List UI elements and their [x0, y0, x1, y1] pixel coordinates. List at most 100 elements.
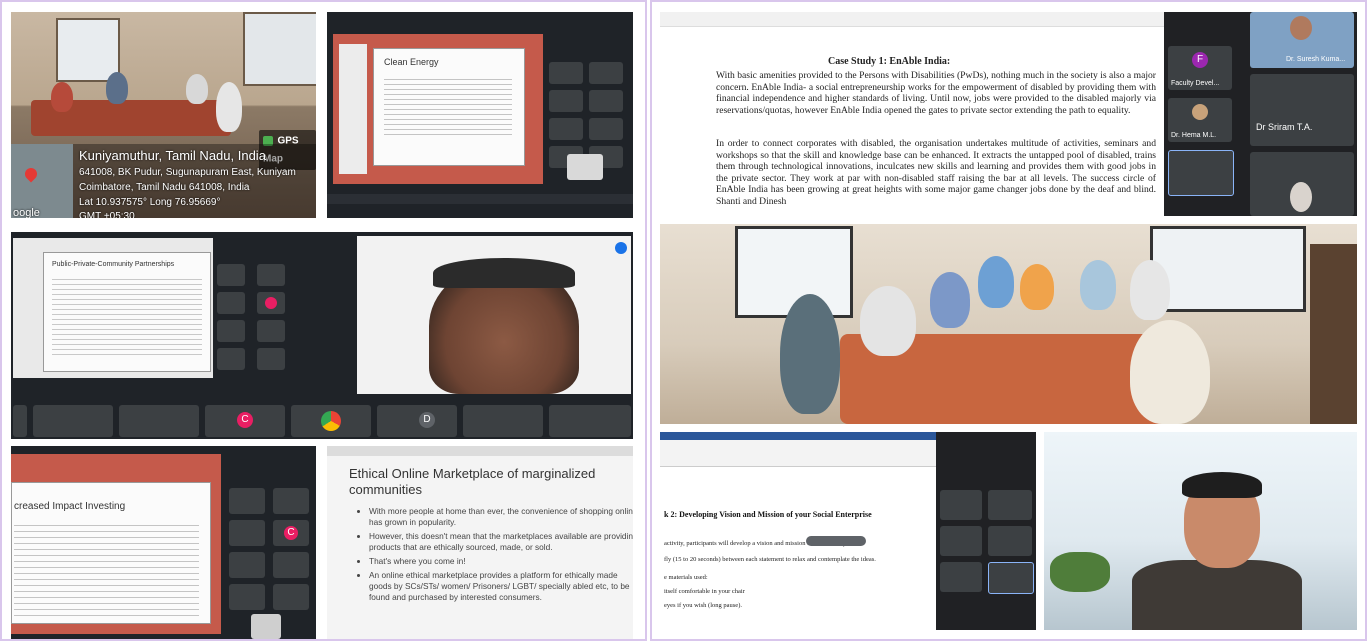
doc-heading: Case Study 1: EnAble India:: [828, 56, 951, 67]
slide-window: creased Impact Investing: [11, 454, 221, 634]
slide-canvas: creased Impact Investing: [11, 482, 211, 624]
participant-tile: [257, 348, 285, 370]
slide-text-block: [52, 279, 202, 359]
slide-bullet: An online ethical marketplace provides a…: [369, 570, 633, 603]
participant-tile: [940, 562, 982, 592]
chrome-logo-icon: [321, 411, 341, 431]
participant-tile: [549, 90, 583, 112]
person: [1020, 264, 1054, 310]
doc-paragraph-2: In order to connect corporates with disa…: [716, 138, 1156, 207]
speaker-hair: [433, 258, 575, 288]
meet-sidebar: [936, 432, 1036, 630]
slide-window: Public-Private-Community Partnerships: [13, 238, 213, 378]
google-watermark: oogle: [13, 207, 40, 218]
right-collage: Case Study 1: EnAble India: With basic a…: [650, 0, 1367, 641]
person: [978, 256, 1014, 308]
person: [51, 82, 73, 112]
slide-bullet: With more people at home than ever, the …: [369, 506, 633, 528]
slide-titlebar: [327, 446, 633, 456]
slide-canvas: Public-Private-Community Partnerships: [43, 252, 211, 372]
participant-tile: [273, 552, 309, 578]
plant: [1050, 552, 1110, 592]
participant-tile: [589, 118, 623, 140]
avatar-pink: [265, 297, 277, 309]
doc-line: itself comfortable in your chair: [664, 588, 745, 595]
document-vision-mission: k 2: Developing Vision and Mission of yo…: [660, 432, 1036, 630]
participant-tile: [229, 488, 265, 514]
doc-line: e materials used:: [664, 574, 708, 581]
meet-sidebar: F Faculty Devel... Dr. Hema M.L. Dr. Sur…: [1164, 12, 1357, 216]
doc-line: fly (15 to 20 seconds) between each stat…: [664, 556, 876, 563]
gps-address-line1: 641008, BK Pudur, Sugunapuram East, Kuni…: [79, 167, 296, 178]
participant-tile: [988, 490, 1032, 520]
participant-photo: [1290, 182, 1312, 212]
slide-ethical-marketplace: Ethical Online Marketplace of marginaliz…: [327, 446, 633, 639]
person: [216, 82, 242, 132]
avatar-f: F: [1192, 52, 1208, 68]
gps-coordinates: Lat 10.937575° Long 76.95669°: [79, 197, 221, 208]
gps-timezone: GMT +05:30: [79, 211, 135, 218]
self-view-tile: [567, 154, 603, 180]
participant-tile: [1250, 152, 1354, 216]
participant-tile: [257, 292, 285, 314]
participant-tile: [1168, 150, 1234, 196]
participant-photo: [1290, 16, 1312, 40]
participant-tile: [273, 584, 309, 610]
meet-screen-partnerships: Public-Private-Community Partnerships C: [11, 232, 633, 439]
participant-tile: [549, 62, 583, 84]
slide-text-block: [384, 79, 512, 139]
participant-name: Faculty Devel...: [1171, 80, 1220, 87]
participant-name: Dr. Suresh Kuma...: [1286, 56, 1346, 63]
participant-tile: Dr Sriram T.A.: [1250, 74, 1354, 146]
slide-heading: Ethical Online Marketplace of marginaliz…: [349, 466, 596, 497]
pin-icon[interactable]: [615, 242, 627, 254]
gps-address-line2: Coimbatore, Tamil Nadu 641008, India: [79, 182, 250, 193]
participant-tile: [988, 526, 1032, 556]
participant-tile: C: [273, 520, 309, 546]
participant-tile: Dr. Hema M.L.: [1168, 98, 1232, 142]
filmstrip-tile: [291, 405, 371, 437]
participant-tile: F Faculty Devel...: [1168, 46, 1232, 90]
person: [780, 294, 840, 414]
slide-thumbnails: [339, 44, 367, 174]
person: [186, 74, 208, 104]
meet-screen-clean-energy: Clean Energy: [327, 12, 633, 218]
participant-tile: [217, 320, 245, 342]
caption-overlay: [806, 536, 866, 546]
slide-bullet: That's where you come in!: [369, 556, 633, 567]
doc-paragraph-1: With basic amenities provided to the Per…: [716, 70, 1156, 116]
participant-tile: [589, 90, 623, 112]
slide-text-block: [14, 525, 199, 617]
speaker-body: [1132, 560, 1302, 630]
person: [930, 272, 970, 328]
avatar-c: C: [237, 412, 253, 428]
filmstrip: C D: [11, 402, 633, 439]
participant-tile: [257, 264, 285, 286]
person: [106, 72, 128, 104]
participant-tile: [217, 348, 245, 370]
bookshelf: [1310, 244, 1357, 424]
participant-tile: [589, 62, 623, 84]
person: [860, 286, 916, 356]
filmstrip-tile: D: [377, 405, 457, 437]
window: [243, 12, 316, 86]
filmstrip-tile: [33, 405, 113, 437]
avatar-d: D: [419, 412, 435, 428]
meet-screen-impact-investing: creased Impact Investing C: [11, 446, 316, 639]
person: [1130, 320, 1210, 424]
slide-window: Clean Energy: [333, 34, 543, 184]
participant-tile: [549, 118, 583, 140]
doc-heading: k 2: Developing Vision and Mission of yo…: [664, 510, 872, 519]
doc-line: eyes if you wish (long pause).: [664, 602, 742, 609]
main-participant-tile: Dr. Suresh Kuma...: [1250, 12, 1354, 68]
participant-tile: [229, 552, 265, 578]
name-label: Dr Sriram T.A.: [1256, 122, 1313, 132]
slide-bullet: However, this doesn't mean that the mark…: [369, 531, 633, 553]
doc-toolbar: [660, 12, 1164, 27]
participant-tile: [229, 520, 265, 546]
gps-place: Kuniyamuthur, Tamil Nadu, India: [79, 148, 266, 163]
participant-tile: [217, 264, 245, 286]
speaker-hair: [1182, 472, 1262, 498]
window: [56, 18, 120, 82]
participant-tile: [940, 526, 982, 556]
